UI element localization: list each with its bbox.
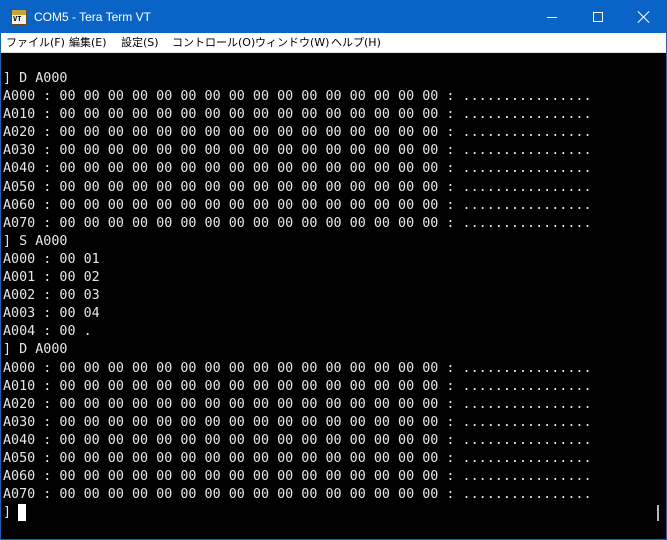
menu-help[interactable]: ヘルプ(H): [331, 33, 381, 53]
menu-control[interactable]: コントロール(O): [172, 33, 255, 53]
terminal-line: A010 : 00 00 00 00 00 00 00 00 00 00 00 …: [3, 107, 592, 123]
terminal-line: A040 : 00 00 00 00 00 00 00 00 00 00 00 …: [3, 432, 592, 448]
terminal-line: A060 : 00 00 00 00 00 00 00 00 00 00 00 …: [3, 469, 592, 485]
icon-label: VT: [13, 15, 22, 23]
terminal-line: A010 : 00 00 00 00 00 00 00 00 00 00 00 …: [3, 378, 592, 394]
maximize-icon: [593, 12, 603, 22]
close-button[interactable]: [621, 1, 666, 33]
minimize-button[interactable]: [529, 1, 575, 33]
terminal-line: A003 : 00 04: [3, 306, 100, 322]
terminal-line: A004 : 00 .: [3, 324, 92, 340]
menu-settings[interactable]: 設定(S): [121, 33, 159, 53]
terminal-line: A050 : 00 00 00 00 00 00 00 00 00 00 00 …: [3, 450, 592, 466]
maximize-button[interactable]: [575, 1, 621, 33]
menu-edit[interactable]: 編集(E): [69, 33, 107, 53]
vt-terminal-icon[interactable]: VT: [11, 9, 27, 25]
terminal-line: ]: [3, 505, 12, 521]
close-icon: [638, 11, 650, 23]
terminal-line: A070 : 00 00 00 00 00 00 00 00 00 00 00 …: [3, 487, 592, 503]
terminal-line: A070 : 00 00 00 00 00 00 00 00 00 00 00 …: [3, 215, 592, 231]
terminal-line: A000 : 00 00 00 00 00 00 00 00 00 00 00 …: [3, 89, 592, 105]
scrollbar-thumb[interactable]: [657, 505, 659, 521]
terminal-line: A040 : 00 00 00 00 00 00 00 00 00 00 00 …: [3, 161, 592, 177]
terminal-line: A000 : 00 01: [3, 251, 100, 267]
terminal-line: ] S A000: [3, 233, 68, 249]
terminal-line: ] D A000: [3, 342, 68, 358]
title-bar[interactable]: VT COM5 - Tera Term VT: [1, 1, 666, 33]
menu-bar: ファイル(F) 編集(E) 設定(S) コントロール(O) ウィンドウ(W) ヘ…: [1, 33, 666, 53]
minimize-icon: [547, 16, 557, 18]
menu-window[interactable]: ウィンドウ(W): [255, 33, 329, 53]
terminal-line: A001 : 00 02: [3, 270, 100, 286]
terminal-line: A030 : 00 00 00 00 00 00 00 00 00 00 00 …: [3, 143, 592, 159]
terminal-line: A002 : 00 03: [3, 288, 100, 304]
terminal-line: A060 : 00 00 00 00 00 00 00 00 00 00 00 …: [3, 197, 592, 213]
terminal-line: A030 : 00 00 00 00 00 00 00 00 00 00 00 …: [3, 414, 592, 430]
terminal-line: A000 : 00 00 00 00 00 00 00 00 00 00 00 …: [3, 360, 592, 376]
terminal-line: A020 : 00 00 00 00 00 00 00 00 00 00 00 …: [3, 125, 592, 141]
terminal-line: A050 : 00 00 00 00 00 00 00 00 00 00 00 …: [3, 179, 592, 195]
terminal-screen[interactable]: ] D A000 A000 : 00 00 00 00 00 00 00 00 0…: [1, 53, 666, 539]
menu-file[interactable]: ファイル(F): [6, 33, 65, 53]
terminal-line: A020 : 00 00 00 00 00 00 00 00 00 00 00 …: [3, 396, 592, 412]
terminal-output: ] D A000 A000 : 00 00 00 00 00 00 00 00 0…: [3, 70, 643, 522]
terminal-line: ] D A000: [3, 71, 68, 86]
text-cursor: [18, 504, 26, 521]
window-title: COM5 - Tera Term VT: [34, 10, 151, 24]
tera-term-window: VT COM5 - Tera Term VT ファイル(F) 編集(E) 設定(…: [0, 0, 667, 540]
